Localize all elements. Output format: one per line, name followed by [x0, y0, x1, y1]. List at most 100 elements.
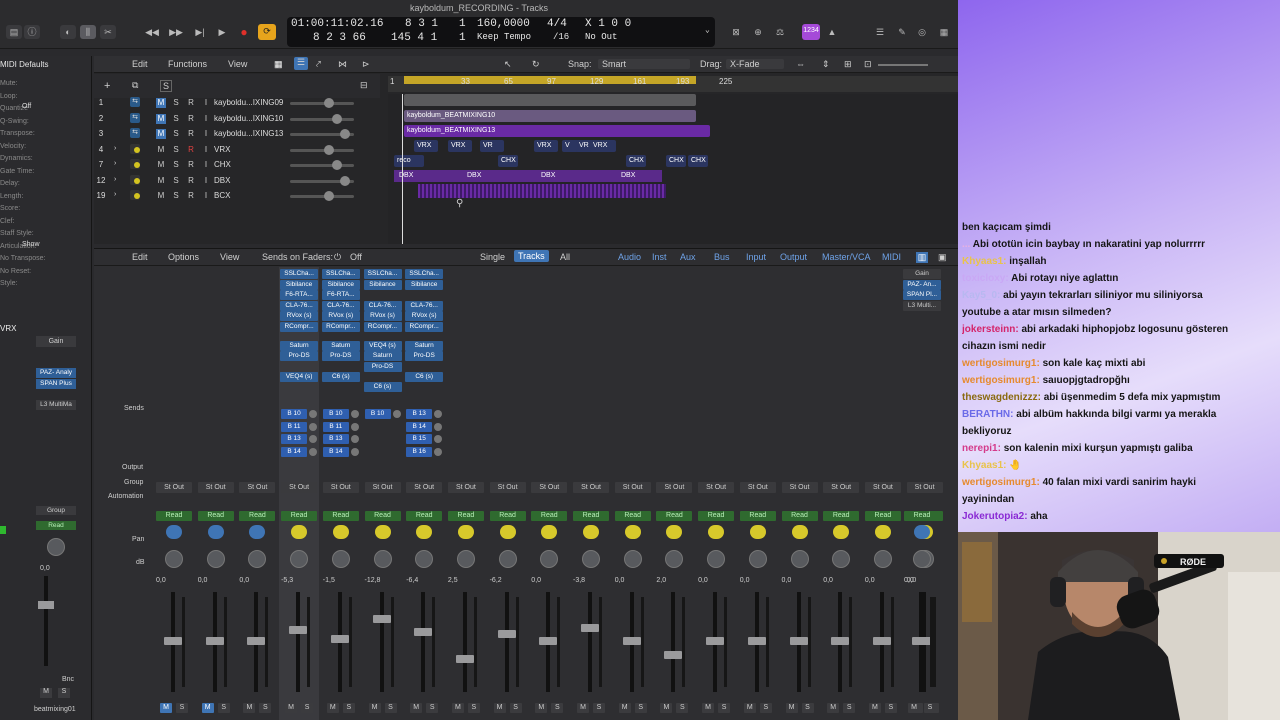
- pan-knob[interactable]: [165, 550, 183, 568]
- volume-fader[interactable]: [912, 637, 930, 645]
- pan-knob[interactable]: [456, 550, 475, 568]
- on-icon[interactable]: [134, 146, 140, 153]
- mute-button[interactable]: M: [827, 703, 840, 713]
- track-s-button[interactable]: S: [171, 145, 181, 155]
- send-level-knob[interactable]: [392, 410, 401, 418]
- region-vrx[interactable]: VRX: [590, 140, 616, 152]
- track-name[interactable]: kayboldu...IXING13: [214, 129, 283, 138]
- mute-button[interactable]: M: [577, 703, 589, 713]
- solo-button[interactable]: S: [843, 703, 856, 713]
- track-volume-slider[interactable]: [290, 195, 354, 198]
- pan-knob[interactable]: [206, 550, 225, 568]
- automation-mode[interactable]: Read: [406, 511, 443, 521]
- region-track1[interactable]: [404, 94, 696, 106]
- plugin-slot[interactable]: Saturn: [321, 340, 360, 351]
- region-chx[interactable]: CHX: [688, 155, 708, 167]
- send-slot[interactable]: B 14: [406, 421, 433, 432]
- input-monitor-icon[interactable]: [541, 525, 558, 539]
- automation-mode[interactable]: Read: [739, 511, 776, 521]
- mute-button[interactable]: M: [702, 703, 715, 713]
- track-s-button[interactable]: S: [171, 114, 181, 124]
- inspector-title[interactable]: MIDI Defaults: [0, 60, 48, 69]
- region-track2[interactable]: kayboldum_BEATMIXING10: [404, 110, 696, 122]
- mixer-filter-midi[interactable]: MIDI: [882, 252, 901, 262]
- send-slot[interactable]: B 10: [364, 409, 391, 419]
- track-r-button[interactable]: R: [186, 145, 196, 155]
- volume-fader[interactable]: [789, 637, 808, 645]
- inspector-row[interactable]: No Transpose:: [0, 255, 46, 262]
- track-s-button[interactable]: S: [171, 176, 181, 186]
- track-i-button[interactable]: I: [201, 98, 211, 108]
- automation-mode[interactable]: Read: [281, 511, 318, 521]
- send-level-knob[interactable]: [434, 422, 443, 431]
- send-slot[interactable]: B 14: [322, 446, 349, 457]
- track-i-button[interactable]: I: [201, 129, 211, 139]
- mute-button[interactable]: M: [410, 703, 423, 713]
- plugin-slot[interactable]: Pro-DS: [405, 351, 444, 362]
- region-vrx[interactable]: VRX: [448, 140, 472, 152]
- browser-icon[interactable]: ▦: [936, 25, 952, 39]
- track-volume-knob[interactable]: [324, 191, 334, 201]
- inspector-row[interactable]: Q-Swing:: [0, 118, 29, 125]
- output-slot[interactable]: St Out: [489, 482, 526, 493]
- automation-mode[interactable]: Read: [531, 511, 568, 521]
- smart-controls-icon[interactable]: ◐: [60, 25, 76, 39]
- output-slot[interactable]: St Out: [614, 482, 651, 493]
- mixer-filter-audio[interactable]: Audio: [618, 252, 641, 262]
- record-icon[interactable]: ●: [236, 25, 252, 39]
- automation-mode[interactable]: Read: [239, 511, 276, 521]
- inspector-plugin-1[interactable]: PAZ- Analy: [36, 368, 76, 378]
- volume-fader[interactable]: [664, 650, 683, 659]
- send-level-knob[interactable]: [434, 447, 443, 456]
- volume-fader[interactable]: [497, 629, 516, 638]
- track-i-button[interactable]: I: [201, 114, 211, 124]
- volume-fader[interactable]: [831, 637, 850, 645]
- inspector-bnc[interactable]: Bnc: [62, 676, 74, 683]
- volume-fader[interactable]: [289, 626, 308, 635]
- mute-button[interactable]: M: [908, 703, 920, 713]
- lcd-chevron-icon[interactable]: ⌄: [705, 25, 710, 35]
- channel-eq-icon[interactable]: [249, 525, 266, 539]
- send-level-knob[interactable]: [309, 410, 318, 418]
- chat-username[interactable]: wertigosimurg1:: [962, 477, 1040, 488]
- output-slot[interactable]: St Out: [531, 482, 568, 493]
- plugin-slot[interactable]: RVox (s): [280, 311, 319, 322]
- list-editors-icon[interactable]: ☰: [872, 25, 888, 39]
- output-slot[interactable]: St Out: [406, 482, 443, 493]
- on-icon[interactable]: [134, 193, 140, 199]
- pan-knob[interactable]: [832, 550, 851, 568]
- editors-icon[interactable]: ✂: [100, 25, 116, 39]
- pan-knob[interactable]: [873, 550, 892, 568]
- flex-icon[interactable]: ⋈: [338, 59, 347, 70]
- volume-fader[interactable]: [539, 637, 558, 645]
- track-header[interactable]: 1 ⇆ M S R Ikayboldu...IXING09: [94, 96, 380, 111]
- track-volume-knob[interactable]: [324, 144, 334, 155]
- mixer-edit-menu[interactable]: Edit: [132, 252, 148, 262]
- output-slot[interactable]: St Out: [197, 482, 234, 493]
- send-level-knob[interactable]: [309, 447, 318, 456]
- volume-fader[interactable]: [872, 637, 891, 645]
- plugin-slot[interactable]: C6 (s): [405, 371, 444, 382]
- inspector-row[interactable]: Transpose:: [0, 130, 35, 137]
- all-view-button[interactable]: All: [560, 252, 570, 262]
- playhead[interactable]: [402, 94, 403, 244]
- inspector-solo-button[interactable]: S: [58, 688, 70, 698]
- snap-select[interactable]: Smart: [598, 59, 690, 69]
- mute-button[interactable]: M: [368, 703, 381, 713]
- track-m-button[interactable]: M: [156, 145, 166, 155]
- notepad-icon[interactable]: ✎: [894, 25, 910, 39]
- inspector-row[interactable]: Delay:: [0, 180, 20, 187]
- pencil-tool-icon[interactable]: ↻: [532, 59, 540, 70]
- count-in-badge[interactable]: 1234: [802, 24, 820, 40]
- disclosure-icon[interactable]: ›: [114, 160, 116, 167]
- input-monitor-icon[interactable]: [332, 525, 349, 539]
- library-icon[interactable]: ▤: [6, 25, 22, 39]
- grid-view-icon[interactable]: ▦: [274, 59, 283, 70]
- automation-mode[interactable]: Read: [823, 511, 860, 521]
- inspector-pan-knob[interactable]: [47, 538, 65, 556]
- mixer-filter-master-vca[interactable]: Master/VCA: [822, 252, 871, 262]
- solo-button[interactable]: S: [593, 703, 605, 713]
- solo-button[interactable]: S: [259, 703, 272, 713]
- automation-mode[interactable]: Read: [322, 511, 359, 521]
- inspector-row[interactable]: No Reset:: [0, 268, 31, 275]
